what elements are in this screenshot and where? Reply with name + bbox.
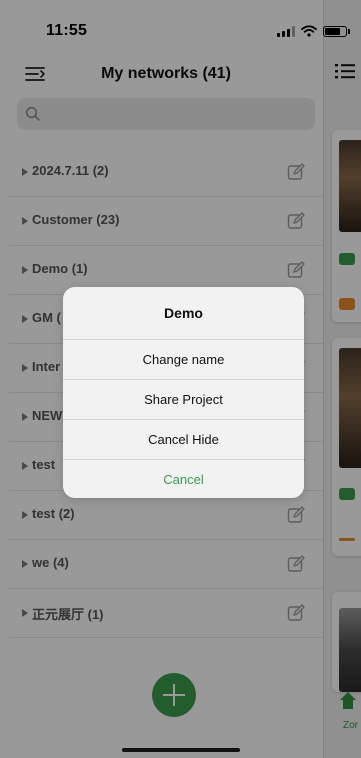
cancel-hide-button[interactable]: Cancel Hide xyxy=(63,420,304,460)
cancel-button[interactable]: Cancel xyxy=(63,460,304,498)
dialog-title: Demo xyxy=(63,287,304,340)
share-project-button[interactable]: Share Project xyxy=(63,380,304,420)
home-indicator xyxy=(122,748,240,752)
screen: My networks (41) 2024.7.11 (2) Customer … xyxy=(0,0,361,758)
project-options-dialog: Demo Change name Share Project Cancel Hi… xyxy=(63,287,304,498)
change-name-button[interactable]: Change name xyxy=(63,340,304,380)
